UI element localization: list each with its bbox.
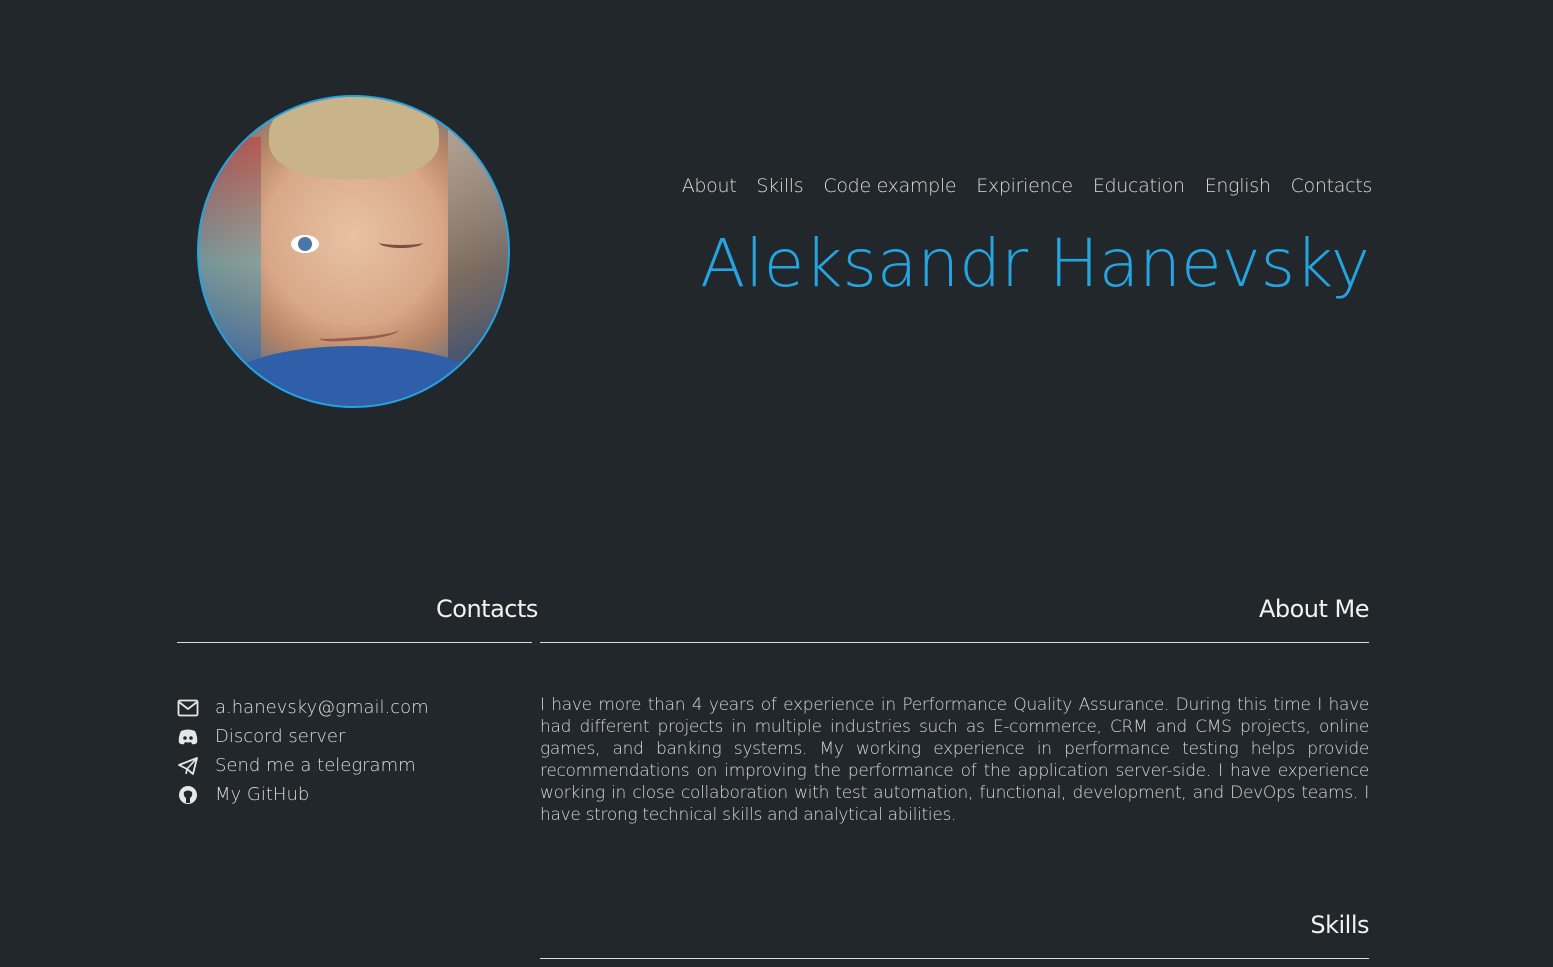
nav-experience[interactable]: Expirience xyxy=(976,175,1073,197)
contacts-divider xyxy=(177,642,532,643)
contact-github: My GitHub xyxy=(177,780,429,809)
about-heading: About Me xyxy=(1258,595,1370,623)
page-title: Aleksandr Hanevsky xyxy=(700,225,1370,302)
nav-contacts[interactable]: Contacts xyxy=(1291,175,1373,197)
nav-code-example[interactable]: Code example xyxy=(823,175,956,197)
email-link[interactable]: a.hanevsky@gmail.com xyxy=(215,697,429,718)
nav-education[interactable]: Education xyxy=(1093,175,1185,197)
main-nav: About Skills Code example Expirience Edu… xyxy=(682,175,1373,197)
skills-heading: Skills xyxy=(1310,911,1369,939)
telegram-link[interactable]: Send me a telegramm xyxy=(215,755,416,776)
discord-link[interactable]: Discord server xyxy=(215,726,345,747)
contact-telegram: Send me a telegramm xyxy=(177,751,429,780)
contacts-heading: Contacts xyxy=(436,595,538,623)
telegram-icon xyxy=(177,755,199,777)
skills-divider xyxy=(540,958,1369,959)
discord-icon xyxy=(177,726,199,748)
github-icon xyxy=(177,784,199,806)
nav-skills[interactable]: Skills xyxy=(756,175,803,197)
about-divider xyxy=(540,642,1369,643)
nav-english[interactable]: English xyxy=(1205,175,1271,197)
about-text: I have more than 4 years of experience i… xyxy=(540,695,1369,825)
contacts-list: a.hanevsky@gmail.com Discord server Send… xyxy=(177,693,429,809)
mail-icon xyxy=(177,697,199,719)
contact-discord: Discord server xyxy=(177,722,429,751)
nav-about[interactable]: About xyxy=(682,175,737,197)
profile-photo xyxy=(197,95,510,408)
contact-email: a.hanevsky@gmail.com xyxy=(177,693,429,722)
github-link[interactable]: My GitHub xyxy=(215,784,309,805)
page: About Skills Code example Expirience Edu… xyxy=(0,0,1553,967)
